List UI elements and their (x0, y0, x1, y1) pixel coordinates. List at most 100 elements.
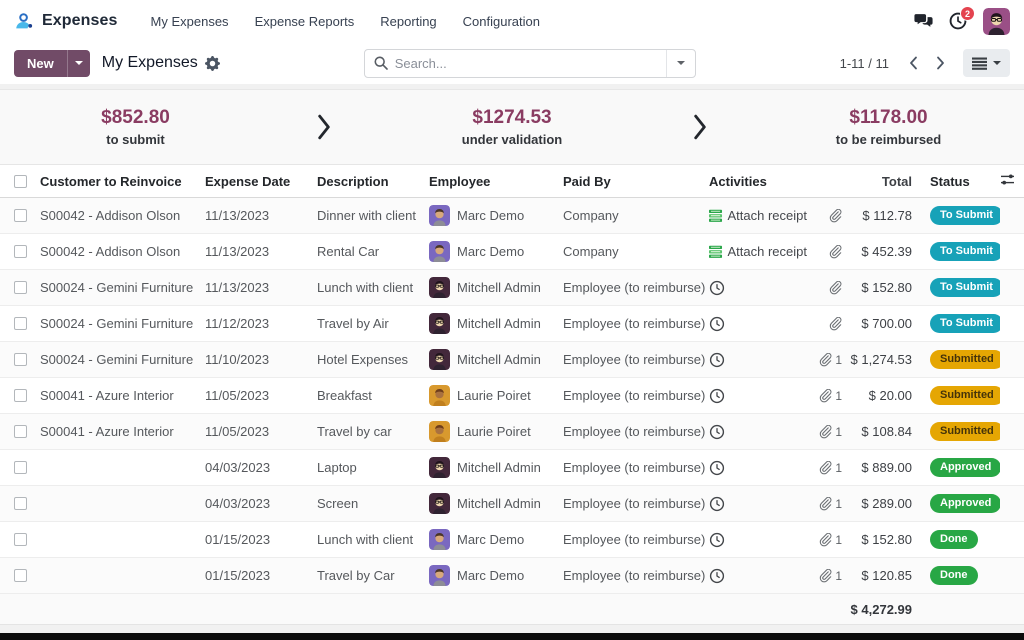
column-header-total[interactable]: Total (850, 174, 920, 189)
activity-label[interactable]: Attach receipt (728, 244, 808, 259)
nav-item-reporting[interactable]: Reporting (369, 8, 447, 35)
table-row[interactable]: S00041 - Azure Interior11/05/2023Breakfa… (0, 378, 1024, 414)
stat-to-submit[interactable]: $852.80 to submit (28, 107, 243, 147)
pager-next-button[interactable] (930, 52, 951, 74)
row-checkbox[interactable] (14, 389, 27, 402)
activity-clock-icon[interactable] (709, 352, 725, 368)
user-menu-button[interactable] (983, 8, 1010, 35)
activities-cell[interactable] (709, 532, 815, 548)
table-row[interactable]: 04/03/2023LaptopMitchell AdminEmployee (… (0, 450, 1024, 486)
stat-to-be-reimbursed[interactable]: $1178.00 to be reimbursed (781, 107, 996, 147)
app-switcher[interactable]: Expenses (14, 12, 118, 30)
row-checkbox[interactable] (14, 497, 27, 510)
activity-clock-icon[interactable] (709, 316, 725, 332)
paid-by-cell: Employee (to reimburse) (563, 568, 709, 583)
activities-cell[interactable] (709, 316, 815, 332)
row-checkbox[interactable] (14, 209, 27, 222)
activity-clock-icon[interactable] (709, 532, 725, 548)
activities-cell[interactable] (709, 280, 815, 296)
table-row[interactable]: 04/03/2023ScreenMitchell AdminEmployee (… (0, 486, 1024, 522)
paperclip-icon[interactable] (818, 461, 832, 475)
new-button[interactable]: New (14, 50, 67, 77)
column-header-status[interactable]: Status (920, 174, 1000, 189)
window-bottom-edge (0, 633, 1024, 640)
activities-cell[interactable] (709, 424, 815, 440)
activity-label[interactable]: Attach receipt (728, 208, 808, 223)
activity-clock-icon[interactable] (709, 568, 725, 584)
select-all-checkbox[interactable] (14, 175, 27, 188)
pager-prev-button[interactable] (903, 52, 924, 74)
paperclip-icon[interactable] (828, 317, 842, 331)
paperclip-icon[interactable] (828, 209, 842, 223)
attachment-count: 1 (835, 533, 842, 547)
search-input[interactable] (395, 56, 666, 71)
activities-cell[interactable] (709, 568, 815, 584)
activity-clock-icon[interactable] (709, 460, 725, 476)
stat-under-validation[interactable]: $1274.53 under validation (405, 107, 620, 147)
activities-cell[interactable] (709, 388, 815, 404)
search-box[interactable] (364, 49, 696, 78)
row-checkbox[interactable] (14, 461, 27, 474)
activities-cell[interactable]: Attach receipt (709, 244, 815, 259)
paid-by-cell: Employee (to reimburse) (563, 352, 709, 367)
new-dropdown-toggle[interactable] (67, 50, 90, 77)
expense-date-cell: 11/13/2023 (205, 280, 317, 295)
nav-item-expense-reports[interactable]: Expense Reports (244, 8, 366, 35)
activities-cell[interactable] (709, 352, 815, 368)
total-cell: $ 452.39 (850, 244, 920, 259)
row-checkbox[interactable] (14, 425, 27, 438)
description-cell: Lunch with client (317, 532, 429, 547)
activity-clock-icon[interactable] (709, 388, 725, 404)
table-row[interactable]: 01/15/2023Lunch with clientMarc DemoEmpl… (0, 522, 1024, 558)
search-dropdown-toggle[interactable] (666, 50, 695, 77)
row-checkbox[interactable] (14, 317, 27, 330)
top-nav: Expenses My ExpensesExpense ReportsRepor… (0, 0, 1024, 42)
paperclip-icon[interactable] (818, 389, 832, 403)
column-header-description[interactable]: Description (317, 174, 429, 189)
activity-clock-icon[interactable] (709, 496, 725, 512)
table-row[interactable]: S00042 - Addison Olson11/13/2023Dinner w… (0, 198, 1024, 234)
row-checkbox[interactable] (14, 569, 27, 582)
nav-item-configuration[interactable]: Configuration (452, 8, 551, 35)
expense-date-cell: 11/05/2023 (205, 388, 317, 403)
paperclip-icon[interactable] (828, 245, 842, 259)
customer-cell: S00041 - Azure Interior (40, 424, 205, 439)
messages-button[interactable] (914, 13, 933, 29)
paperclip-icon[interactable] (828, 281, 842, 295)
employee-avatar (429, 457, 450, 478)
row-checkbox[interactable] (14, 245, 27, 258)
column-header-customer[interactable]: Customer to Reinvoice (40, 174, 205, 189)
table-row[interactable]: S00024 - Gemini Furniture11/13/2023Lunch… (0, 270, 1024, 306)
activities-cell[interactable] (709, 460, 815, 476)
activities-button[interactable]: 2 (949, 12, 967, 30)
expense-date-cell: 01/15/2023 (205, 568, 317, 583)
table-row[interactable]: S00041 - Azure Interior11/05/2023Travel … (0, 414, 1024, 450)
nav-item-my-expenses[interactable]: My Expenses (140, 8, 240, 35)
table-row[interactable]: 01/15/2023Travel by CarMarc DemoEmployee… (0, 558, 1024, 594)
paperclip-icon[interactable] (818, 425, 832, 439)
description-cell: Hotel Expenses (317, 352, 429, 367)
paperclip-icon[interactable] (818, 533, 832, 547)
column-header-employee[interactable]: Employee (429, 174, 563, 189)
paperclip-icon[interactable] (818, 497, 832, 511)
paperclip-icon[interactable] (818, 569, 832, 583)
table-row[interactable]: S00024 - Gemini Furniture11/12/2023Trave… (0, 306, 1024, 342)
paperclip-icon[interactable] (818, 353, 832, 367)
row-checkbox[interactable] (14, 353, 27, 366)
optional-columns-toggle[interactable] (1000, 172, 1024, 190)
table-row[interactable]: S00024 - Gemini Furniture11/10/2023Hotel… (0, 342, 1024, 378)
favorites-gear-icon[interactable] (205, 56, 220, 71)
activities-cell[interactable]: Attach receipt (709, 208, 815, 223)
column-header-activities[interactable]: Activities (709, 174, 815, 189)
row-checkbox[interactable] (14, 533, 27, 546)
status-cell: Done (920, 530, 1000, 550)
view-switcher-button[interactable] (963, 49, 1010, 77)
activity-clock-icon[interactable] (709, 280, 725, 296)
table-row[interactable]: S00042 - Addison Olson11/13/2023Rental C… (0, 234, 1024, 270)
row-checkbox[interactable] (14, 281, 27, 294)
activities-cell[interactable] (709, 496, 815, 512)
column-header-paid-by[interactable]: Paid By (563, 174, 709, 189)
column-header-date[interactable]: Expense Date (205, 174, 317, 189)
app-title[interactable]: Expenses (42, 12, 118, 30)
activity-clock-icon[interactable] (709, 424, 725, 440)
